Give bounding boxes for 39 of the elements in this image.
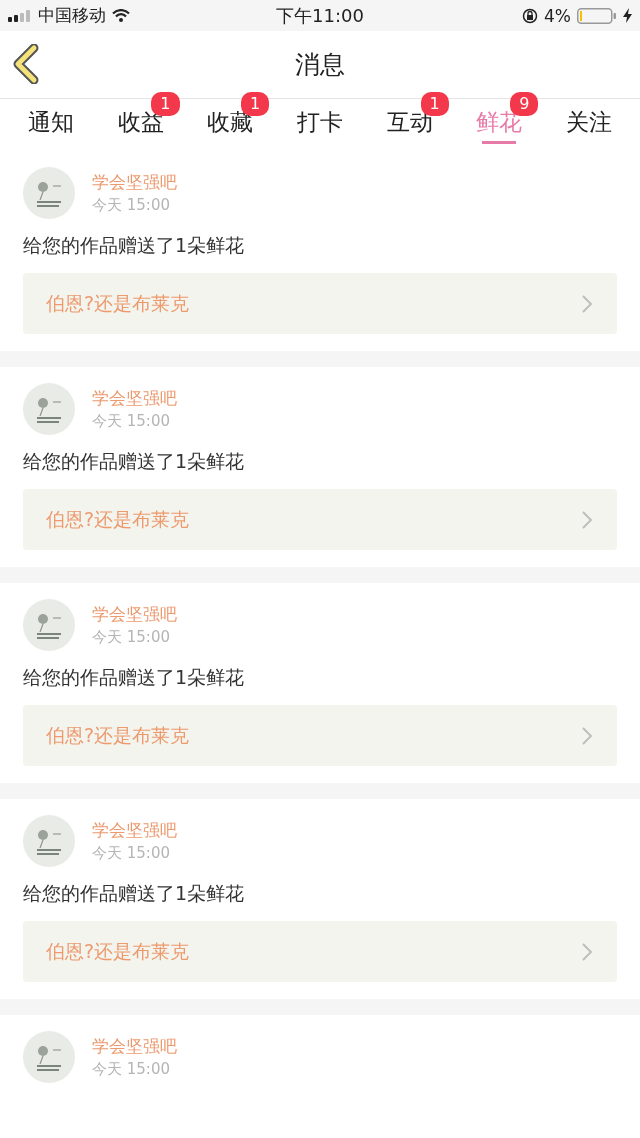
signal-icon — [8, 9, 32, 22]
user-name[interactable]: 学会坚强吧 — [92, 1035, 177, 1058]
work-title: 伯恩?还是布莱克 — [46, 290, 190, 316]
work-title: 伯恩?还是布莱克 — [46, 938, 190, 964]
message-time: 今天 15:00 — [92, 412, 171, 431]
wifi-icon — [112, 9, 130, 22]
message-text: 给您的作品赠送了1朵鲜花 — [23, 233, 246, 258]
work-title: 伯恩?还是布莱克 — [46, 722, 190, 748]
rotation-lock-icon — [522, 7, 538, 24]
work-link[interactable]: 伯恩?还是布莱克 — [23, 489, 617, 550]
charging-icon — [623, 8, 632, 23]
message-time: 今天 15:00 — [92, 196, 171, 215]
chevron-right-icon — [582, 510, 592, 529]
message-text: 给您的作品赠送了1朵鲜花 — [23, 449, 246, 474]
message-time: 今天 15:00 — [92, 628, 171, 647]
battery-icon — [577, 7, 617, 24]
message-time: 今天 15:00 — [92, 844, 171, 863]
page-title: 消息 — [295, 49, 345, 81]
work-link[interactable]: 伯恩?还是布莱克 — [23, 273, 617, 334]
user-name[interactable]: 学会坚强吧 — [92, 603, 177, 626]
work-title: 伯恩?还是布莱克 — [46, 506, 190, 532]
status-time: 下午11:00 — [276, 3, 364, 28]
message-text: 给您的作品赠送了1朵鲜花 — [23, 665, 246, 690]
carrier-name: 中国移动 — [38, 4, 106, 27]
user-name[interactable]: 学会坚强吧 — [92, 387, 177, 410]
tab[interactable]: 通知 — [27, 103, 74, 147]
user-name[interactable]: 学会坚强吧 — [92, 171, 177, 194]
work-link[interactable]: 伯恩?还是布莱克 — [23, 921, 617, 982]
chevron-right-icon — [582, 294, 592, 313]
chevron-right-icon — [582, 942, 592, 961]
message-time: 今天 15:00 — [92, 1060, 171, 1079]
chevron-right-icon — [582, 726, 592, 745]
back-button[interactable] — [12, 44, 40, 84]
tab[interactable]: 打卡 — [297, 103, 343, 147]
battery-percent: 4% — [544, 5, 571, 26]
user-name[interactable]: 学会坚强吧 — [92, 819, 177, 842]
work-link[interactable]: 伯恩?还是布莱克 — [23, 705, 617, 766]
message-text: 给您的作品赠送了1朵鲜花 — [23, 881, 246, 906]
tab[interactable]: 关注 — [566, 103, 613, 147]
